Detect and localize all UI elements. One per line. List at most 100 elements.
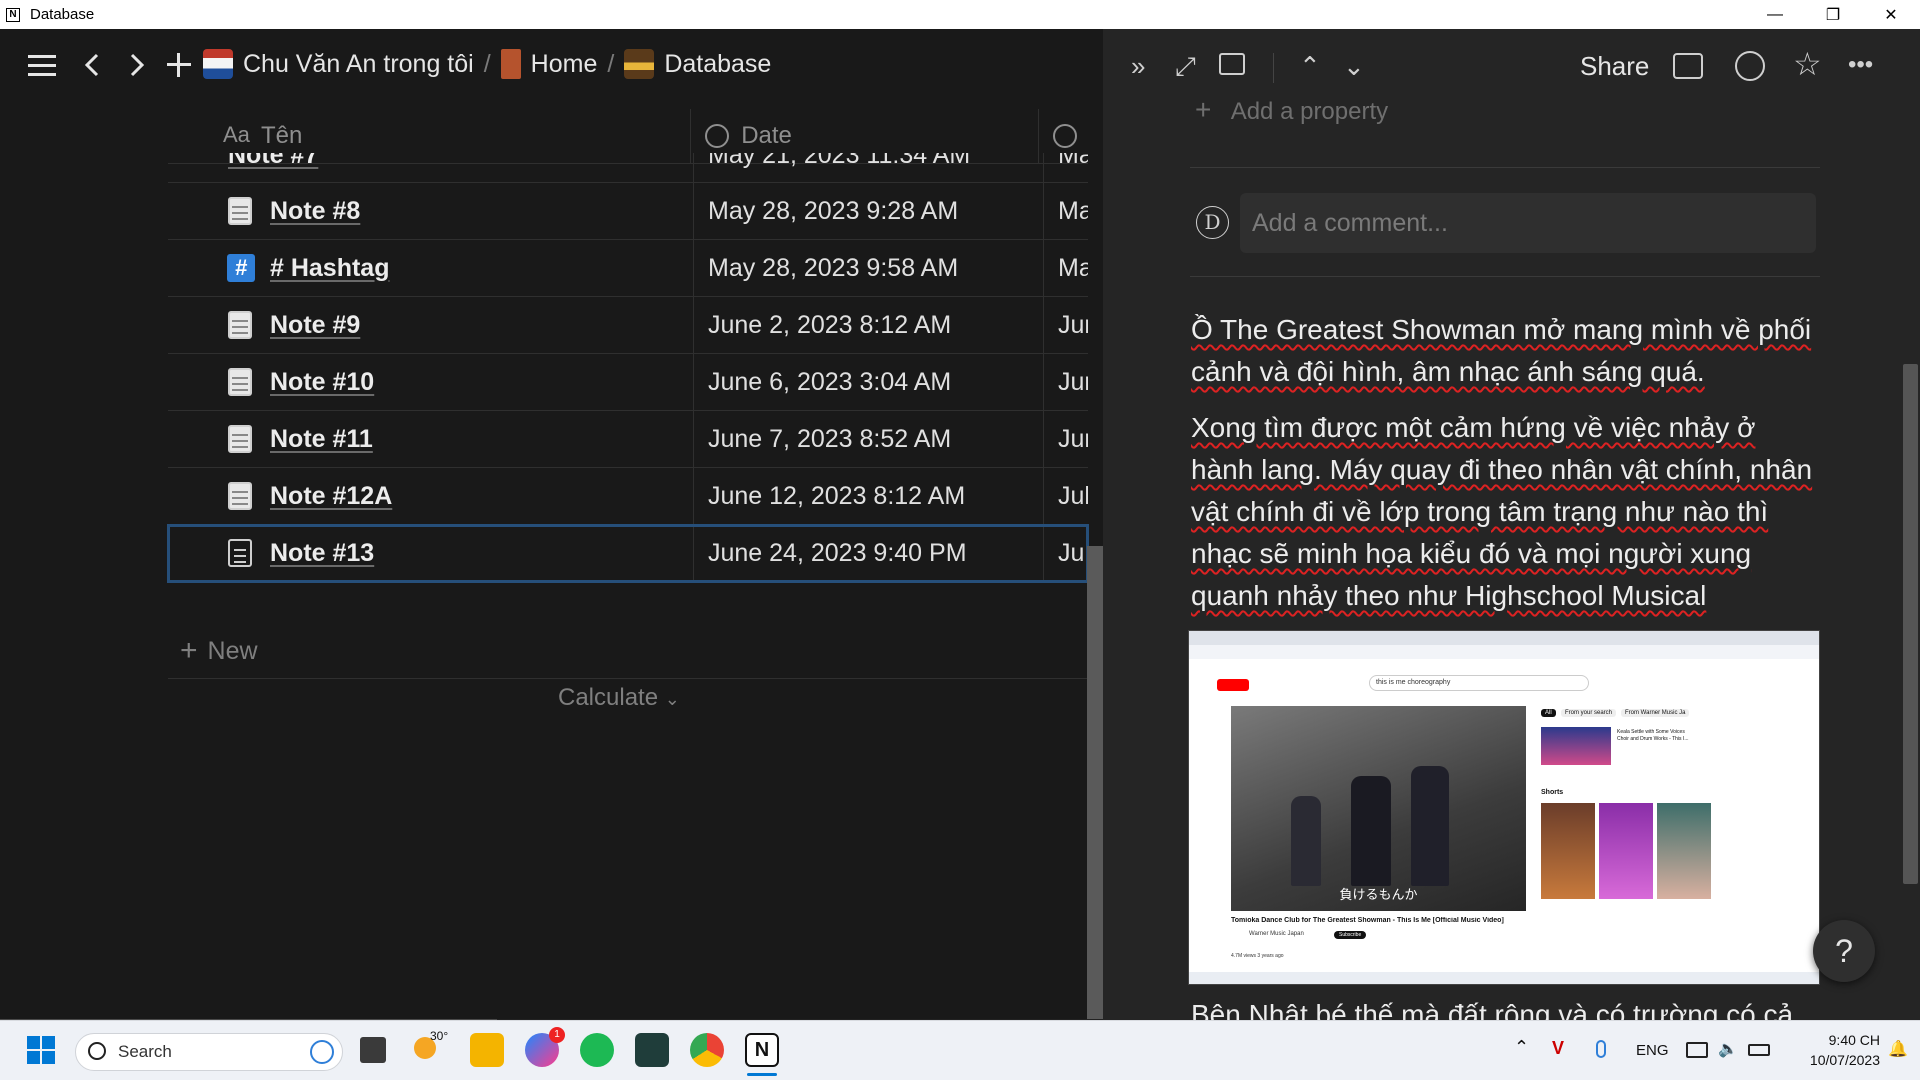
column-header-name[interactable]: Aa Tên	[168, 122, 690, 150]
notepad-icon	[228, 482, 252, 510]
volume-icon[interactable]: 🔈	[1718, 1039, 1738, 1059]
paragraph[interactable]: Bên Nhật bé thế mà đất rộng và có trường…	[1191, 999, 1793, 1020]
short-thumbnail	[1599, 803, 1653, 899]
row-date: June 6, 2023 3:04 AM	[693, 354, 1043, 410]
row-title[interactable]: Note #13	[270, 539, 374, 568]
vertical-scrollbar[interactable]	[1087, 546, 1103, 1032]
row-date: June 2, 2023 8:12 AM	[693, 297, 1043, 353]
file-explorer-icon[interactable]	[470, 1033, 504, 1067]
browser-addressbar	[1189, 645, 1819, 659]
minimize-button[interactable]: —	[1746, 0, 1804, 29]
network-icon[interactable]	[1686, 1042, 1708, 1058]
database-pane: Chu Văn An trong tôi / Home / Database A…	[0, 29, 1103, 1035]
more-options-icon[interactable]: •••	[1848, 51, 1873, 79]
table-row[interactable]: Note #9 June 2, 2023 8:12 AM Jur	[168, 297, 1088, 354]
help-button[interactable]: ?	[1813, 920, 1875, 982]
add-page-icon[interactable]	[165, 51, 193, 79]
search-icon	[88, 1042, 106, 1060]
comments-icon[interactable]	[1673, 53, 1703, 79]
spotify-icon[interactable]	[580, 1033, 614, 1067]
side-peek-icon[interactable]	[1219, 53, 1245, 75]
updates-clock-icon[interactable]	[1735, 51, 1765, 81]
short-thumbnail	[1541, 803, 1595, 899]
chip-search: From your search	[1561, 709, 1617, 717]
weather-icon[interactable]: 30°	[414, 1029, 448, 1065]
restore-button[interactable]: ❐	[1804, 0, 1862, 29]
paragraph[interactable]: Ồ The Greatest Showman mở mang mình về p…	[1191, 309, 1821, 393]
panel-scrollbar[interactable]	[1903, 364, 1918, 884]
comment-input[interactable]: Add a comment...	[1240, 193, 1816, 253]
table-row[interactable]: Note #11 June 7, 2023 8:52 AM Jur	[168, 411, 1088, 468]
new-row-button[interactable]: + New	[168, 624, 1088, 679]
notion-icon[interactable]: N	[745, 1033, 779, 1067]
row-title[interactable]: # Hashtag	[270, 254, 389, 283]
table-row[interactable]: # # Hashtag May 28, 2023 9:58 AM Ma	[168, 240, 1088, 297]
row-title[interactable]: Note #9	[270, 311, 360, 340]
subscribe-button: Subscribe	[1334, 931, 1367, 939]
clock[interactable]: 9:40 CH 10/07/2023	[1780, 1030, 1880, 1070]
antivirus-icon[interactable]: V	[1552, 1038, 1564, 1059]
row-date: May 28, 2023 9:28 AM	[693, 183, 1043, 239]
breadcrumb-item-workspace[interactable]: Chu Văn An trong tôi	[243, 50, 474, 79]
notepad-icon	[228, 197, 252, 225]
add-property-button[interactable]: + Add a property	[1195, 94, 1388, 126]
share-button[interactable]: Share	[1580, 51, 1649, 82]
table-row[interactable]: Note #12A June 12, 2023 8:12 AM Jul	[168, 468, 1088, 525]
table-row-selected[interactable]: Note #13 June 24, 2023 9:40 PM Jur	[167, 524, 1089, 583]
row-title[interactable]: Note #8	[270, 197, 360, 226]
breadcrumb: Chu Văn An trong tôi / Home / Database	[203, 49, 771, 79]
table-row[interactable]: Note #7 May 21, 2023 11:34 AM Ma	[168, 153, 1088, 183]
forward-icon[interactable]	[127, 51, 147, 79]
favorite-star-icon[interactable]: ☆	[1793, 45, 1822, 83]
windows-start-icon[interactable]	[24, 1033, 58, 1067]
bing-icon	[310, 1040, 334, 1064]
plus-icon: +	[1195, 94, 1212, 125]
close-peek-icon[interactable]: »	[1131, 51, 1145, 82]
menu-icon[interactable]	[26, 51, 58, 79]
task-view-icon[interactable]	[360, 1037, 386, 1063]
row-date: June 12, 2023 8:12 AM	[693, 468, 1043, 524]
battery-icon[interactable]	[1748, 1044, 1770, 1056]
row-extra: Jur	[1043, 297, 1088, 353]
avatar: D	[1196, 206, 1229, 239]
row-title[interactable]: Note #11	[270, 425, 373, 454]
paragraph[interactable]: Xong tìm được một cảm hứng về việc nhảy …	[1191, 407, 1821, 617]
chevron-up-icon[interactable]: ⌃	[1514, 1037, 1529, 1058]
notepad-icon	[228, 368, 252, 396]
language-indicator[interactable]: ENG	[1636, 1042, 1669, 1059]
channel-name: Warner Music Japan	[1249, 931, 1304, 937]
expand-icon[interactable]: ⤢	[1175, 51, 1196, 83]
row-title[interactable]: Note #10	[270, 368, 374, 397]
chevron-down-icon: ⌄	[664, 689, 680, 709]
breadcrumb-separator: /	[607, 49, 615, 78]
window-title: Database	[30, 6, 95, 23]
notifications-icon[interactable]: 🔔	[1888, 1039, 1908, 1059]
row-title[interactable]: Note #12A	[270, 482, 392, 511]
video-player: 負けるもんか	[1231, 706, 1526, 911]
school-icon	[203, 49, 233, 79]
page-peek-panel: » ⤢ ⌃ ⌄ Share ☆ ••• + Add a property D A…	[1103, 29, 1920, 1020]
calculate-button[interactable]: Calculate ⌄	[558, 684, 680, 712]
divider	[1190, 276, 1820, 277]
chevron-down-icon[interactable]: ⌄	[1343, 51, 1365, 82]
active-app-indicator	[747, 1073, 777, 1076]
notion-app-icon: N	[6, 7, 20, 22]
row-extra: Jur	[1043, 525, 1088, 581]
embedded-screenshot[interactable]: this is me choreography 負けるもんか Tomioka D…	[1188, 630, 1820, 985]
breadcrumb-item-home[interactable]: Home	[531, 50, 598, 79]
row-extra: Jul	[1043, 468, 1088, 524]
chevron-up-icon[interactable]: ⌃	[1299, 51, 1321, 82]
chrome-icon[interactable]	[690, 1033, 724, 1067]
messenger-icon[interactable]: 1	[525, 1027, 565, 1067]
video-subtitle: 負けるもんか	[1339, 888, 1418, 903]
taskbar-search[interactable]: Search	[75, 1033, 343, 1071]
clock-icon	[1053, 124, 1078, 148]
view-count: 4.7M views 3 years ago	[1231, 953, 1284, 959]
table-row[interactable]: Note #10 June 6, 2023 3:04 AM Jur	[168, 354, 1088, 411]
app-icon[interactable]	[635, 1033, 669, 1067]
back-icon[interactable]	[82, 51, 102, 79]
table-row[interactable]: Note #8 May 28, 2023 9:28 AM Ma	[168, 183, 1088, 240]
breadcrumb-item-database[interactable]: Database	[664, 50, 771, 79]
microphone-icon[interactable]	[1596, 1040, 1606, 1058]
close-button[interactable]: ✕	[1862, 0, 1920, 29]
